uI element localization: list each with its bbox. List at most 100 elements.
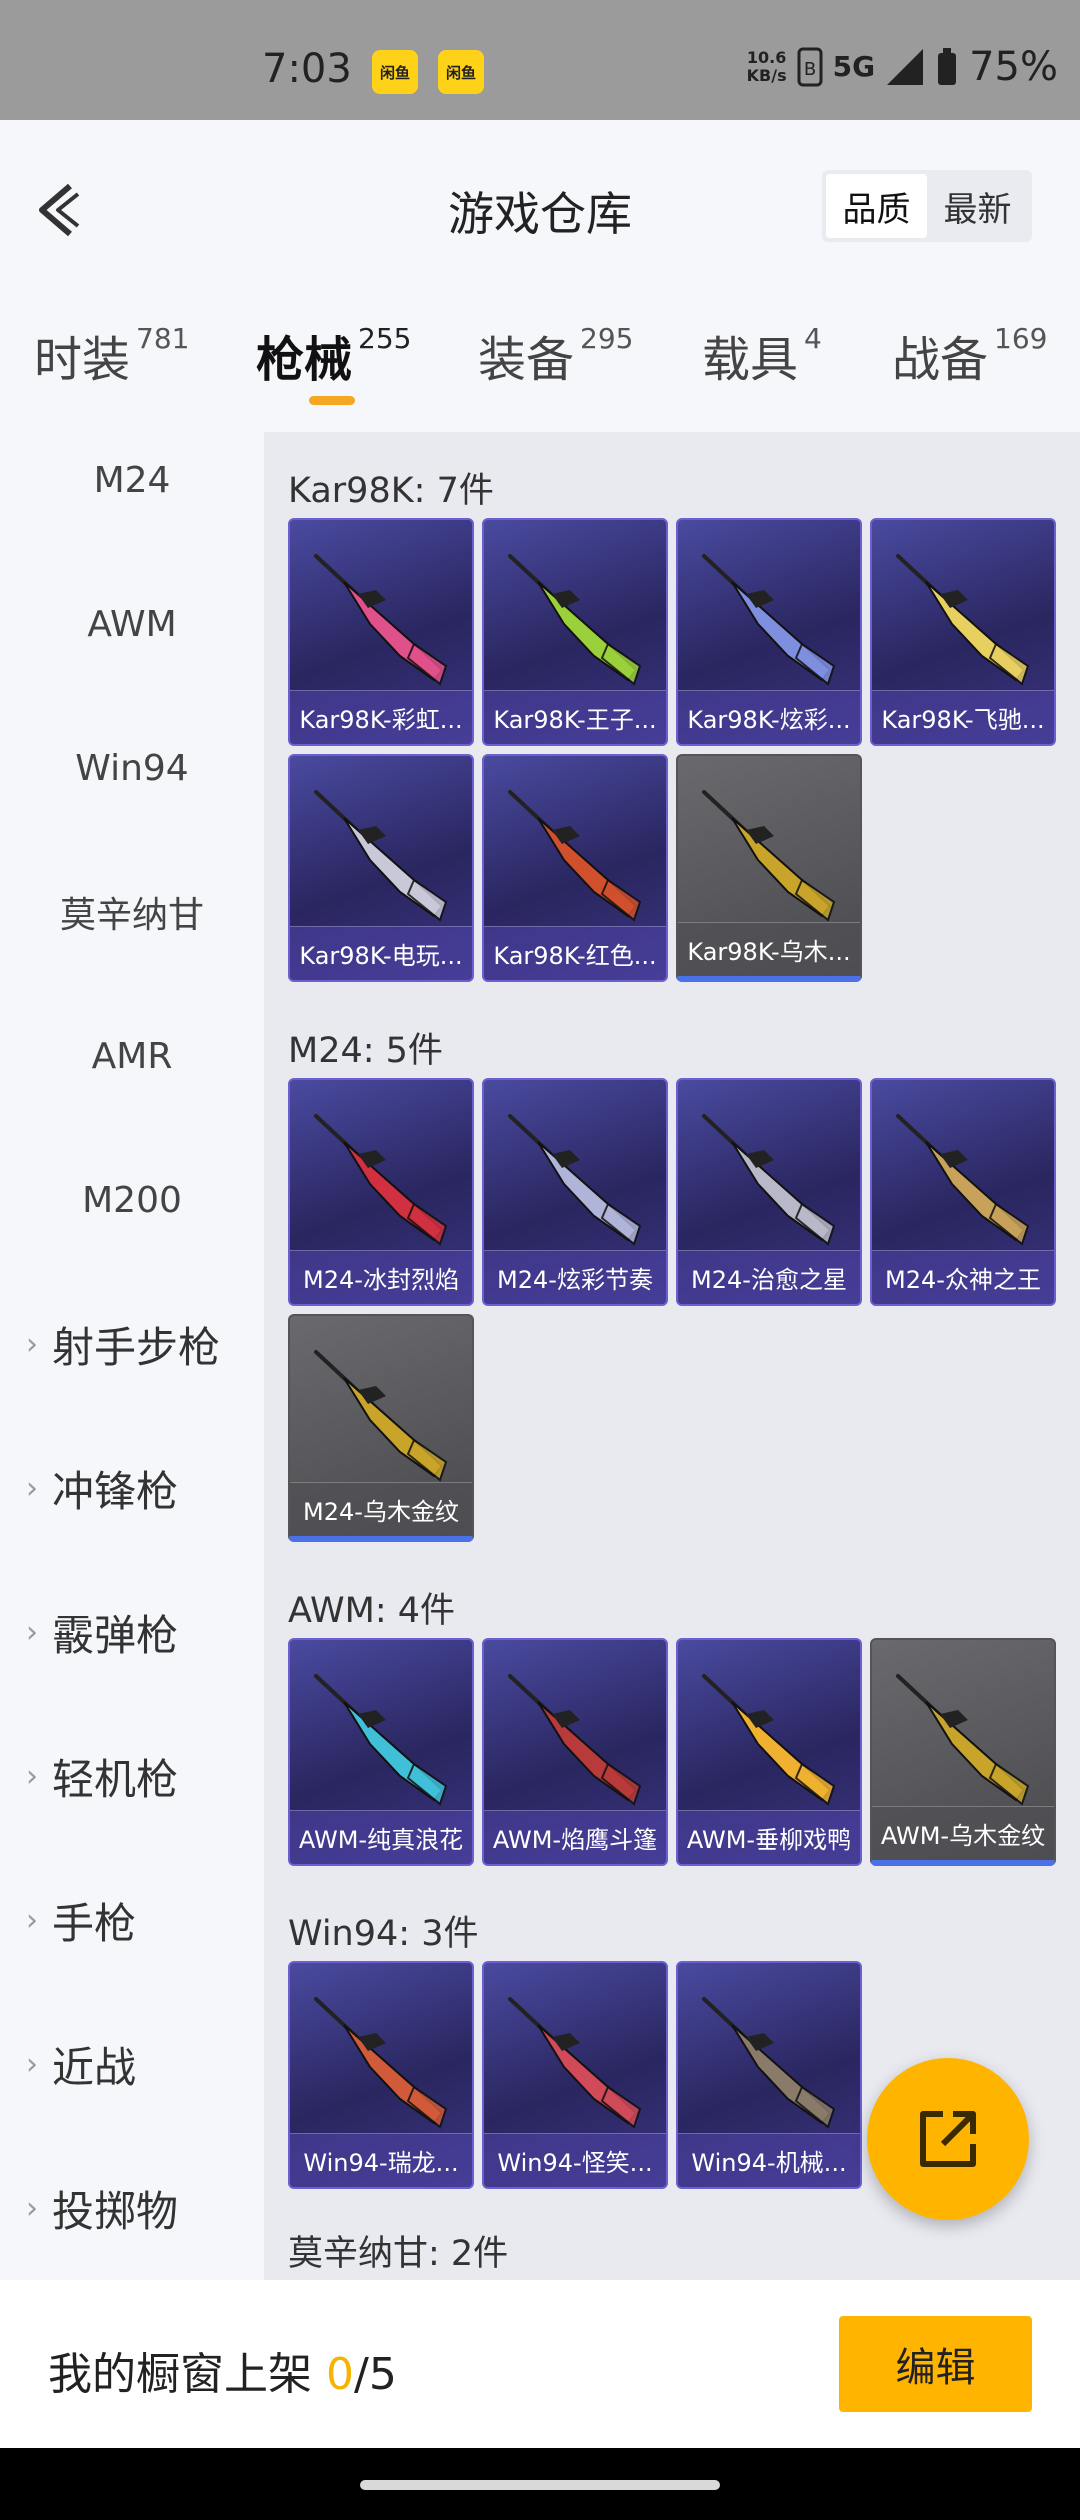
status-indicators: 10.6 KB/s B 5G 75%: [747, 44, 1058, 90]
weapon-card[interactable]: Kar98K-飞驰...: [870, 518, 1056, 746]
weapon-card[interactable]: M24-治愈之星: [676, 1078, 862, 1306]
tab-outfits[interactable]: 时装 781: [34, 320, 189, 390]
xianyu-app-icon: 闲鱼: [372, 50, 418, 94]
tab-vehicles[interactable]: 载具 4: [702, 320, 822, 390]
weapon-card[interactable]: M24-冰封烈焰: [288, 1078, 474, 1306]
chevron-right-icon: ›: [26, 2046, 38, 2082]
rifle-skin-icon: [702, 790, 836, 922]
weapon-card[interactable]: Win94-怪笑...: [482, 1961, 668, 2189]
chevron-right-icon: ›: [26, 1470, 38, 1506]
active-tab-indicator: [309, 396, 355, 405]
weapon-card[interactable]: AWM-垂柳戏鸭: [676, 1638, 862, 1866]
rifle-skin-icon: [702, 554, 836, 686]
rifle-skin-icon: [314, 790, 448, 922]
weapon-card[interactable]: Kar98K-乌木...: [676, 754, 862, 982]
weapon-card-label: Kar98K-王子...: [484, 690, 666, 744]
rifle-skin-icon: [896, 1114, 1030, 1246]
rifle-skin-icon: [314, 1674, 448, 1806]
sidebar-item-mosin[interactable]: 莫辛纳甘: [0, 872, 264, 952]
sidebar-item-win94[interactable]: Win94: [0, 728, 264, 808]
tab-weapons[interactable]: 枪械 255: [256, 320, 411, 390]
tab-equipment[interactable]: 装备 295: [478, 320, 633, 390]
weapon-card-label: Kar98K-红色...: [484, 926, 666, 980]
weapon-card-label: Kar98K-彩虹...: [290, 690, 472, 744]
chevron-right-icon: ›: [26, 1614, 38, 1650]
rifle-skin-icon: [896, 554, 1030, 686]
showcase-total: /5: [354, 2349, 397, 2400]
weapon-card-label: M24-乌木金纹: [290, 1482, 472, 1536]
rifle-skin-icon: [702, 1997, 836, 2129]
rifle-skin-icon: [314, 554, 448, 686]
section-title: AWM: 4件: [288, 1591, 456, 1631]
weapon-card-label: AWM-纯真浪花: [290, 1810, 472, 1864]
edit-button[interactable]: 编辑: [839, 2316, 1032, 2412]
section-title: 莫辛纳甘: 2件: [288, 2234, 509, 2274]
rifle-skin-icon: [508, 1997, 642, 2129]
sidebar-item-awm[interactable]: AWM: [0, 584, 264, 664]
battery-icon: [938, 48, 957, 85]
share-external-icon: [920, 2111, 976, 2167]
status-bar: 7:03 闲鱼 闲鱼 10.6 KB/s B 5G 75%: [0, 0, 1080, 120]
chevron-right-icon: ›: [26, 1902, 38, 1938]
showcase-current-count: 0: [326, 2349, 354, 2400]
rifle-skin-icon: [508, 554, 642, 686]
weapon-card[interactable]: Kar98K-彩虹...: [288, 518, 474, 746]
sort-quality-button[interactable]: 品质: [826, 174, 927, 238]
weapon-card-label: Kar98K-乌木...: [678, 922, 860, 976]
share-fab[interactable]: [867, 2058, 1029, 2220]
chevron-right-icon: ›: [26, 1326, 38, 1362]
weapon-card[interactable]: Kar98K-炫彩...: [676, 518, 862, 746]
rifle-skin-icon: [508, 1114, 642, 1246]
chevron-right-icon: ›: [26, 1758, 38, 1794]
weapon-card[interactable]: Kar98K-电玩...: [288, 754, 474, 982]
weapon-card-label: AWM-垂柳戏鸭: [678, 1810, 860, 1864]
weapon-card[interactable]: AWM-纯真浪花: [288, 1638, 474, 1866]
weapon-card[interactable]: AWM-乌木金纹: [870, 1638, 1056, 1866]
sort-newest-button[interactable]: 最新: [927, 174, 1028, 238]
system-nav-bar: [0, 2448, 1080, 2520]
sidebar-group-smg[interactable]: › 冲锋枪: [0, 1448, 264, 1528]
svg-text:B: B: [803, 59, 815, 80]
weapon-card[interactable]: M24-炫彩节奏: [482, 1078, 668, 1306]
weapon-card[interactable]: Win94-瑞龙...: [288, 1961, 474, 2189]
weapon-card[interactable]: M24-乌木金纹: [288, 1314, 474, 1542]
sidebar: M24 AWM Win94 莫辛纳甘 AMR M200 › 射手步枪 › 冲锋枪 ›…: [0, 432, 264, 2280]
net-speed: 10.6 KB/s: [746, 48, 787, 85]
weapon-card[interactable]: Kar98K-红色...: [482, 754, 668, 982]
weapon-card-label: Kar98K-炫彩...: [678, 690, 860, 744]
rifle-skin-icon: [508, 790, 642, 922]
weapon-card-label: M24-治愈之星: [678, 1250, 860, 1304]
sidebar-item-amr[interactable]: AMR: [0, 1016, 264, 1096]
rifle-skin-icon: [314, 1350, 448, 1482]
status-time: 7:03: [262, 46, 352, 92]
weapon-card-label: Win94-怪笑...: [484, 2133, 666, 2187]
category-tabs: 时装 781 枪械 255 装备 295 载具 4 战备 169: [0, 320, 1080, 420]
xianyu-app-icon: 闲鱼: [438, 50, 484, 94]
weapon-card-label: Win94-瑞龙...: [290, 2133, 472, 2187]
sidebar-group-lmg[interactable]: › 轻机枪: [0, 1736, 264, 1816]
rifle-skin-icon: [896, 1674, 1030, 1806]
rifle-skin-icon: [702, 1674, 836, 1806]
sidebar-group-melee[interactable]: › 近战: [0, 2024, 264, 2104]
weapon-inventory-list[interactable]: Kar98K: 7件 Kar98K-彩虹... Kar98K-王子... Kar98K…: [264, 432, 1080, 2280]
sidebar-item-m24[interactable]: M24: [0, 440, 264, 520]
weapon-card[interactable]: Kar98K-王子...: [482, 518, 668, 746]
home-gesture-bar[interactable]: [360, 2480, 720, 2490]
section-title: M24: 5件: [288, 1031, 443, 1071]
sidebar-group-throwable[interactable]: › 投掷物: [0, 2168, 264, 2248]
rifle-skin-icon: [314, 1114, 448, 1246]
sidebar-item-m200[interactable]: M200: [0, 1160, 264, 1240]
rifle-skin-icon: [508, 1674, 642, 1806]
data-saver-icon: B: [797, 47, 823, 87]
sidebar-group-marksman[interactable]: › 射手步枪: [0, 1304, 264, 1384]
sidebar-group-pistol[interactable]: › 手枪: [0, 1880, 264, 1960]
weapon-card-label: AWM-焰鹰斗篷: [484, 1810, 666, 1864]
weapon-card[interactable]: AWM-焰鹰斗篷: [482, 1638, 668, 1866]
weapon-card[interactable]: M24-众神之王: [870, 1078, 1056, 1306]
weapon-card-label: AWM-乌木金纹: [872, 1806, 1054, 1860]
sidebar-group-shotgun[interactable]: › 霰弹枪: [0, 1592, 264, 1672]
weapon-card[interactable]: Win94-机械...: [676, 1961, 862, 2189]
tab-supplies[interactable]: 战备 169: [892, 320, 1047, 390]
battery-percent: 75%: [969, 44, 1058, 90]
weapon-card-label: Win94-机械...: [678, 2133, 860, 2187]
